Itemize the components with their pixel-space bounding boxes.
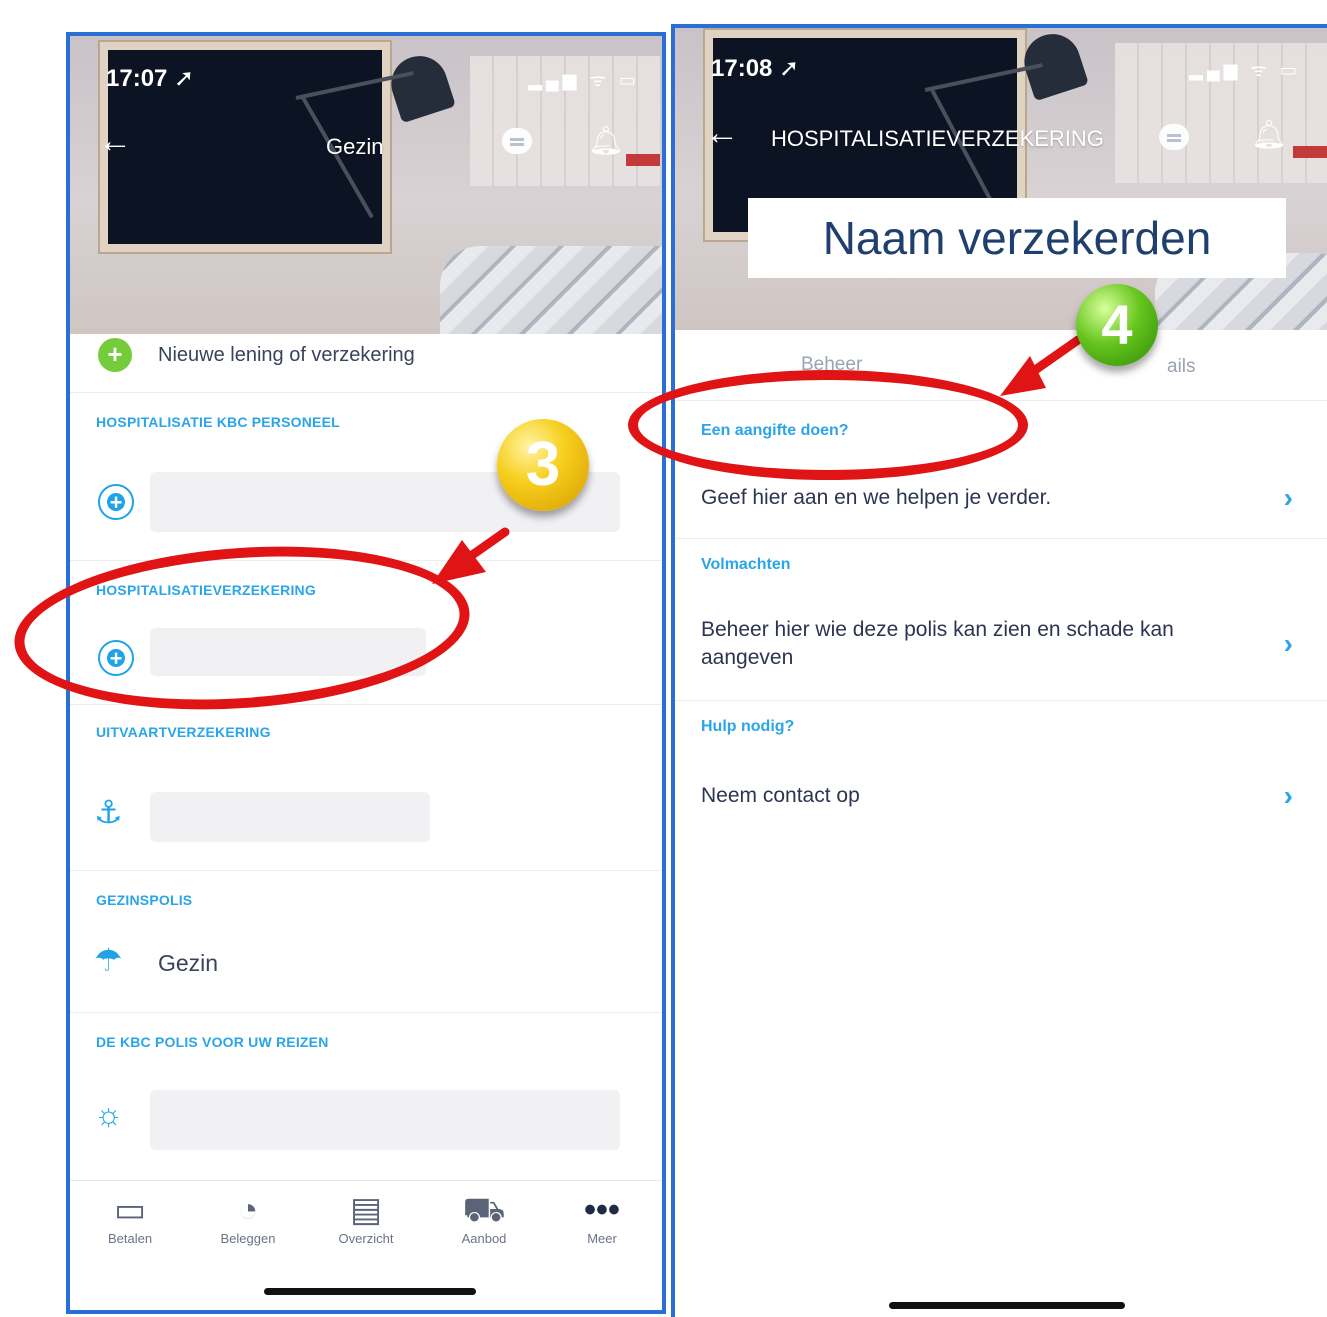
step-badge-4: 4: [1076, 284, 1158, 366]
annotation-arrows: [432, 335, 1083, 584]
arrow-3: [432, 527, 510, 584]
arrow-4: [1000, 335, 1083, 396]
step-badge-3: 3: [497, 419, 589, 511]
